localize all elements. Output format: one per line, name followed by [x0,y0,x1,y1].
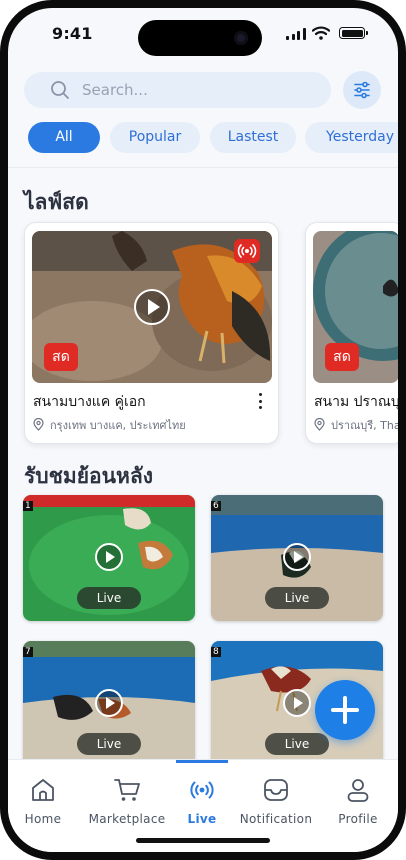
broadcast-icon [190,781,214,799]
nav-profile[interactable]: Profile [330,760,386,840]
replay-thumbnail[interactable]: 6 Live [211,495,383,621]
nav-label: Live [187,812,217,826]
status-bar: 9:41 [8,8,398,60]
chip-yesterday[interactable]: Yesterday [305,122,398,153]
nav-label: Home [24,812,62,826]
location-pin-icon [314,418,325,431]
filter-button[interactable] [343,71,381,109]
search-bar[interactable] [24,72,331,108]
live-badge: สด [325,343,359,371]
replay-section-title: รับชมย้อนหลัง [24,464,153,488]
battery-icon [339,27,368,39]
inbox-icon [264,779,288,801]
live-pill: Live [77,587,141,609]
live-card[interactable]: สด สนาม ปราณบุรี ปราณบุรี, Tha [305,222,398,444]
phone-frame: 9:41 Search... All Popular Lastest Yeste… [0,0,406,860]
wifi-icon [312,26,330,40]
nav-marketplace[interactable]: Marketplace [82,760,172,840]
signal-icon [286,28,306,40]
live-card-title: สนาม ปราณบุรี [314,394,398,410]
live-card-title: สนามบางแค คู่เอก [33,394,146,410]
nav-label: Marketplace [88,812,166,826]
nav-label: Profile [338,812,378,826]
live-card-location: ปราณบุรี, Tha [314,416,398,434]
play-icon[interactable] [283,543,311,571]
live-thumbnail[interactable]: สด [313,231,398,383]
cart-icon [114,779,140,801]
chip-all[interactable]: All [28,122,100,153]
play-icon[interactable] [95,543,123,571]
live-pill: Live [265,587,329,609]
replay-thumbnail[interactable]: 1 Live [23,495,195,621]
live-thumbnail[interactable]: สด [32,231,272,383]
app-screen: 9:41 Search... All Popular Lastest Yeste… [8,8,398,852]
play-icon[interactable] [95,689,123,717]
chip-lastest[interactable]: Lastest [210,122,296,153]
live-card-location: กรุงเทพ บางแค, ประเทศไทย [33,416,186,434]
add-button[interactable] [315,680,375,740]
replay-index: 8 [211,647,221,657]
live-badge: สด [44,343,78,371]
header-divider [8,167,398,168]
nav-notification[interactable]: Notification [234,760,318,840]
user-icon [347,779,369,802]
broadcast-badge-icon [234,239,260,263]
live-card-location-text: กรุงเทพ บางแค, ประเทศไทย [50,419,186,432]
camera-icon [234,31,248,45]
live-card[interactable]: สด สนามบางแค คู่เอก กรุงเทพ บางแค, ประเท… [24,222,279,444]
more-options-icon[interactable] [257,392,265,410]
live-pill: Live [265,733,329,755]
nav-home[interactable]: Home [12,760,74,840]
chip-popular[interactable]: Popular [110,122,200,153]
home-icon [32,779,54,801]
sliders-icon [354,81,370,99]
replay-index: 7 [23,647,33,657]
replay-thumbnail[interactable]: 7 Live [23,641,195,767]
play-icon[interactable] [134,289,170,325]
live-section-title: ไลฟ์สด [24,190,89,214]
location-pin-icon [33,418,44,431]
nav-label: Notification [239,812,313,826]
replay-index: 6 [211,501,221,511]
search-input[interactable] [82,78,312,102]
play-icon[interactable] [283,689,311,717]
live-pill: Live [77,733,141,755]
home-indicator [136,838,270,843]
live-card-location-text: ปราณบุรี, Tha [331,419,398,432]
status-time: 9:41 [52,24,93,43]
search-icon [51,81,69,99]
nav-live[interactable]: Live [174,760,230,840]
dynamic-island [138,20,262,56]
replay-index: 1 [23,501,33,511]
